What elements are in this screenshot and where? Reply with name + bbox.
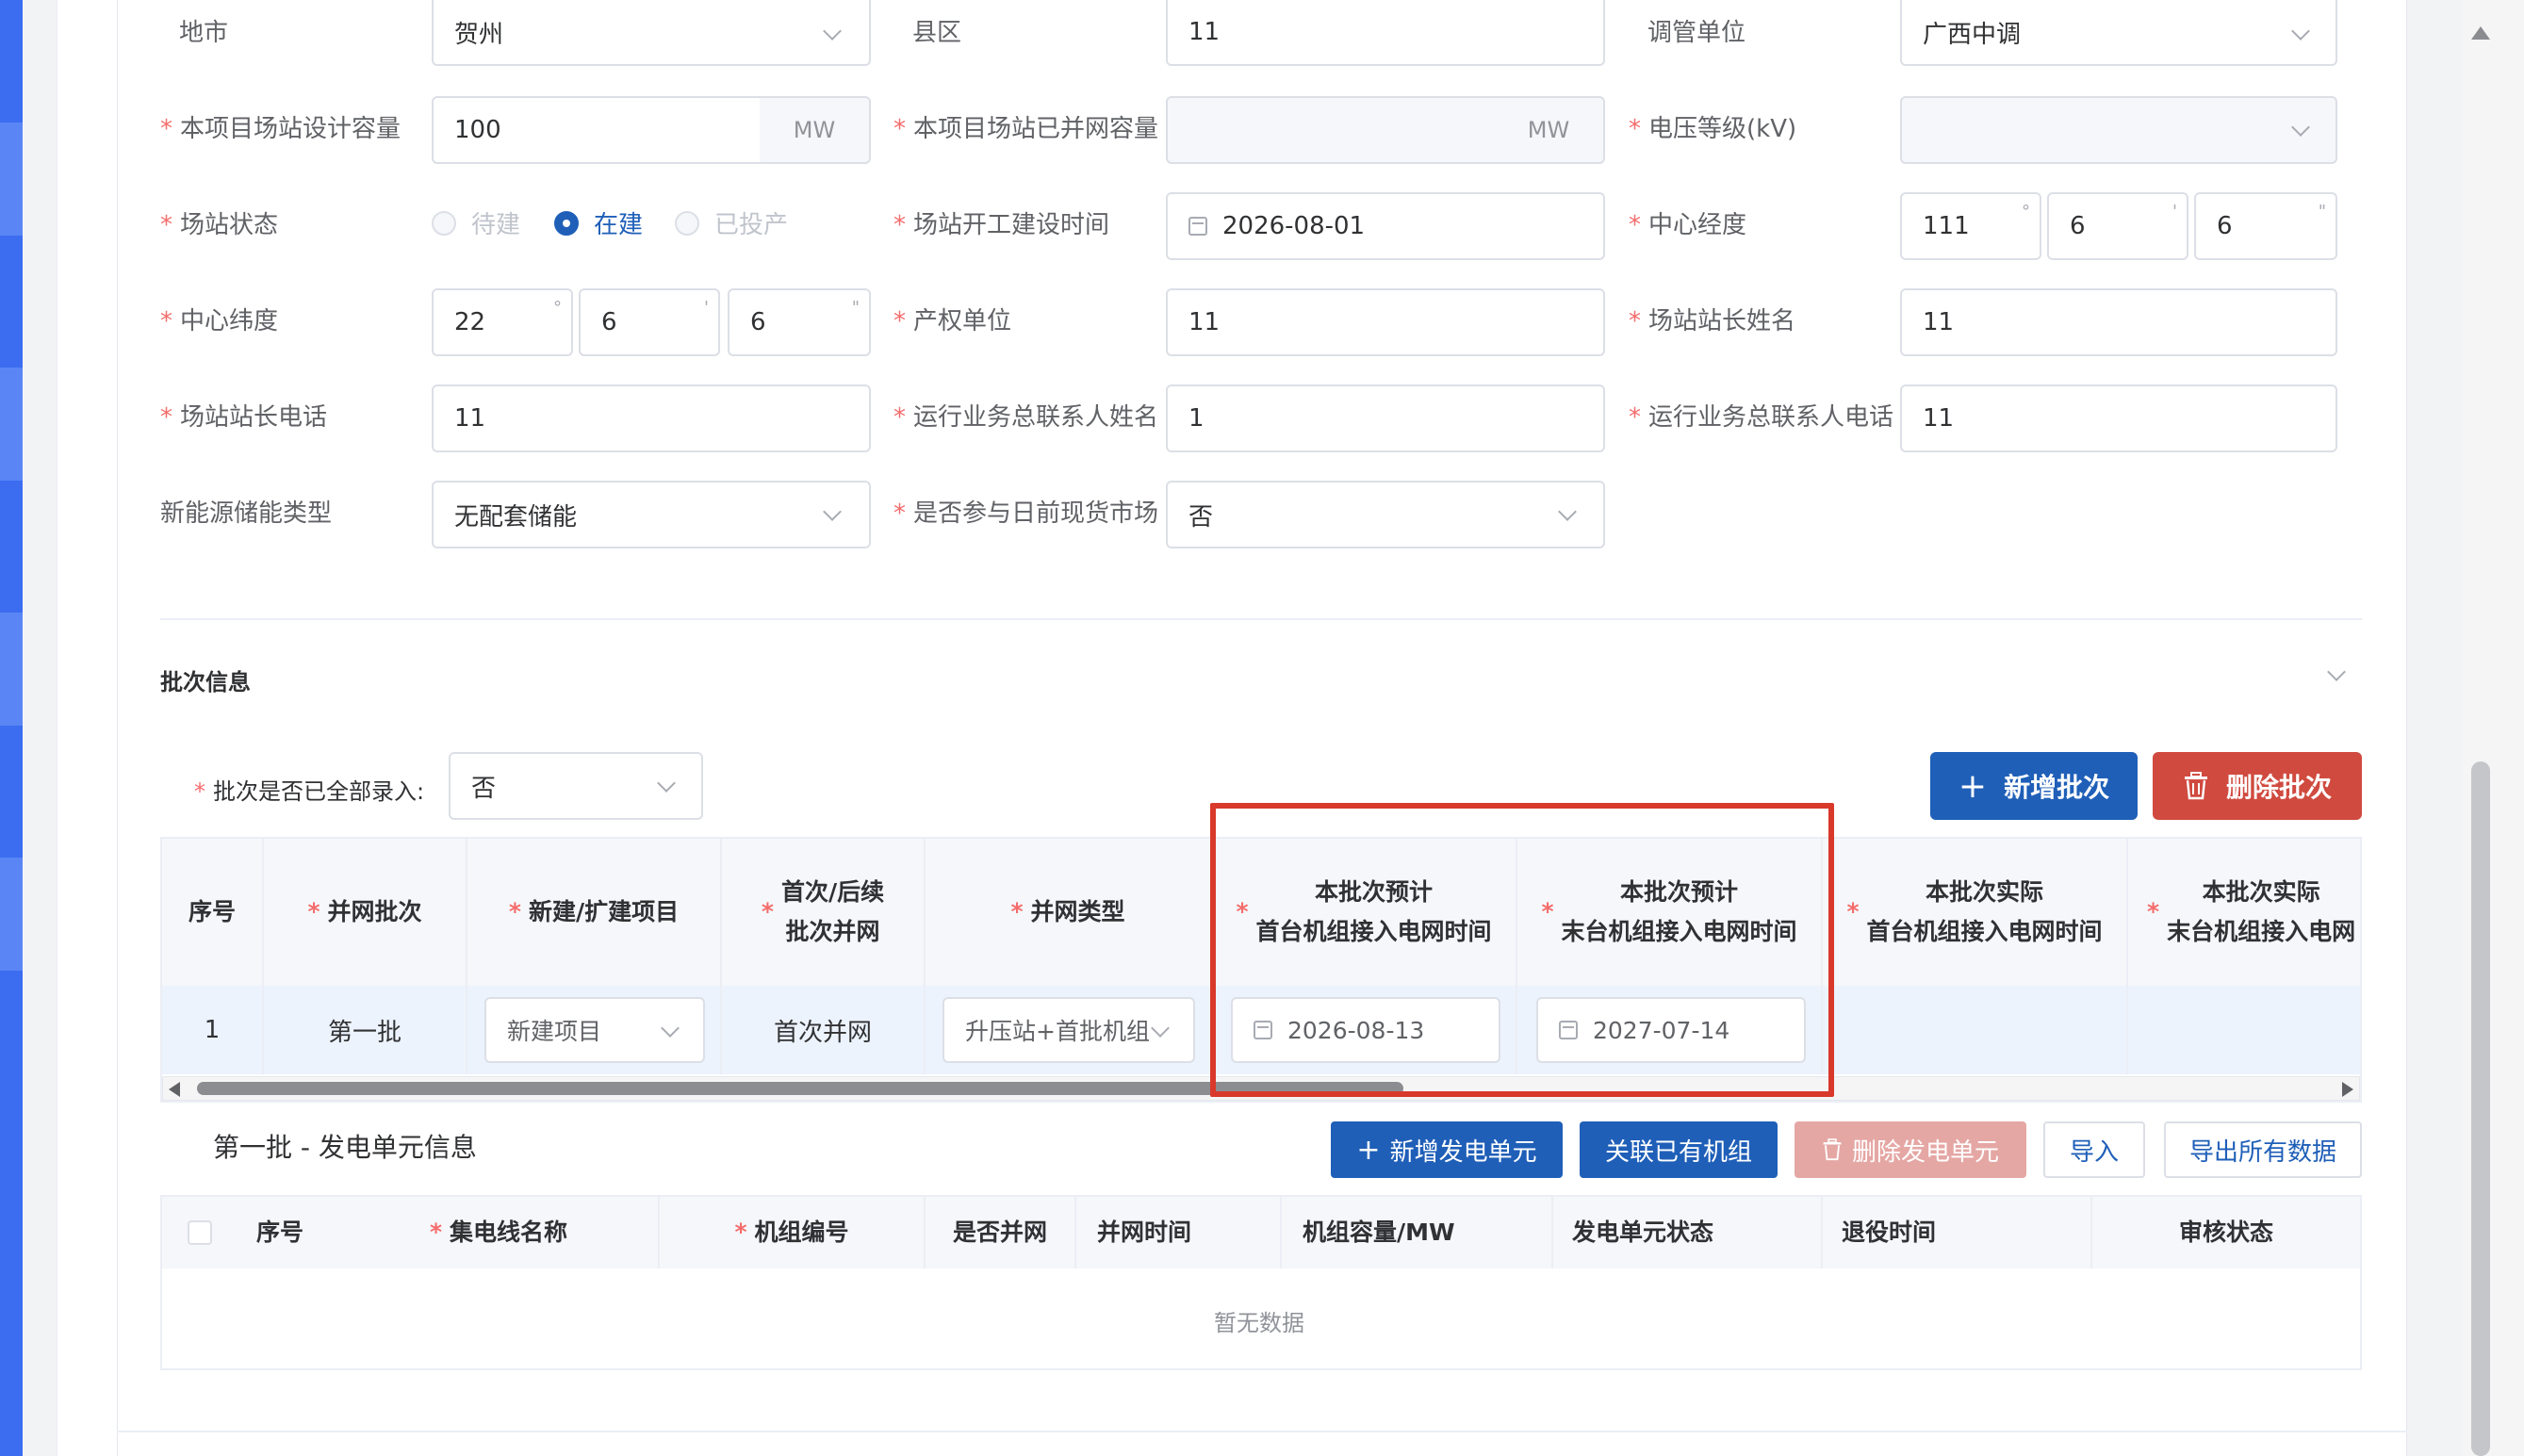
units-section-title: 第一批 - 发电单元信息 <box>213 1132 477 1163</box>
radio-checked-icon <box>554 210 579 236</box>
add-batch-button[interactable]: + 新增批次 <box>1930 752 2138 820</box>
col-header-batch: * 并网批次 <box>264 839 467 986</box>
app-sidebar-strip <box>0 0 23 1456</box>
latitude-minute-input[interactable]: 6 ' <box>579 288 720 356</box>
dispatch-unit-select[interactable]: 广西中调 <box>1900 0 2337 66</box>
trash-icon <box>1823 1138 1842 1161</box>
unit-col-header-line-name: * 集电线名称 <box>339 1197 660 1268</box>
connected-capacity-unit: MW <box>1494 96 1605 164</box>
cell-batch: 第一批 <box>264 986 467 1074</box>
col-header-index: 序号 <box>162 839 264 986</box>
cell-actual-last <box>2128 986 2360 1074</box>
property-unit-input[interactable]: 11 <box>1166 288 1605 356</box>
batch-all-entered-label: * 批次是否已全部录入: <box>194 778 425 805</box>
scroll-left-arrow-icon[interactable] <box>169 1082 180 1097</box>
calendar-icon <box>1188 217 1207 236</box>
city-select[interactable]: 贺州 <box>432 0 871 66</box>
radio-circle-icon <box>675 210 699 236</box>
county-label: 县区 <box>912 19 962 47</box>
col-header-actual-first: * 本批次实际 首台机组接入电网时间 <box>1823 839 2128 986</box>
sidebar-strip-segment <box>0 368 23 481</box>
center-longitude-label: * 中心经度 <box>1629 211 1747 239</box>
center-latitude-label: * 中心纬度 <box>160 307 279 335</box>
unit-col-header-unit-no: * 机组编号 <box>660 1197 926 1268</box>
col-header-grid-type: * 并网类型 <box>926 839 1212 986</box>
unit-col-header-index: 序号 <box>238 1197 339 1268</box>
status-radio-operating[interactable]: 已投产 <box>675 205 788 240</box>
station-manager-name-label: * 场站站长姓名 <box>1629 307 1796 335</box>
station-manager-phone-input[interactable]: 11 <box>432 384 871 452</box>
storage-type-select[interactable]: 无配套储能 <box>432 481 871 548</box>
property-unit-label: * 产权单位 <box>893 307 1012 335</box>
batch-section-title: 批次信息 <box>160 669 251 695</box>
link-existing-units-button[interactable]: 关联已有机组 <box>1580 1121 1778 1178</box>
unit-col-header-status: 发电单元状态 <box>1553 1197 1823 1268</box>
highlight-annotation-box <box>1210 803 1834 1097</box>
longitude-degree-input[interactable]: 111 ° <box>1900 192 2041 260</box>
export-all-button[interactable]: 导出所有数据 <box>2164 1121 2362 1178</box>
ops-contact-phone-input[interactable]: 11 <box>1900 384 2337 452</box>
voltage-level-select[interactable] <box>1900 96 2337 164</box>
unit-col-header-grid-time: 并网时间 <box>1076 1197 1282 1268</box>
cell-actual-first <box>1823 986 2128 1074</box>
scroll-right-arrow-icon[interactable] <box>2342 1082 2353 1097</box>
cell-index: 1 <box>162 986 264 1074</box>
unit-col-header-review-status: 审核状态 <box>2092 1197 2360 1268</box>
import-button[interactable]: 导入 <box>2043 1121 2145 1178</box>
connected-capacity-input[interactable] <box>1166 96 1496 164</box>
radio-circle-icon <box>432 210 456 236</box>
cell-first-follow: 首次并网 <box>722 986 926 1074</box>
dispatch-unit-label: 调管单位 <box>1647 19 1746 47</box>
status-radio-pending[interactable]: 待建 <box>432 205 520 240</box>
latitude-degree-input[interactable]: 22 ° <box>432 288 573 356</box>
delete-batch-button[interactable]: 删除批次 <box>2153 752 2362 820</box>
construction-start-datepicker[interactable]: 2026-08-01 <box>1166 192 1605 260</box>
scroll-up-arrow-icon[interactable] <box>2471 26 2490 40</box>
unit-col-header-retire-time: 退役时间 <box>1823 1197 2092 1268</box>
design-capacity-unit: MW <box>760 96 871 164</box>
city-label: 地市 <box>179 19 229 47</box>
col-header-project-type: * 新建/扩建项目 <box>467 839 722 986</box>
spot-market-label: * 是否参与日前现货市场 <box>893 499 1159 528</box>
ops-contact-name-label: * 运行业务总联系人姓名 <box>893 403 1159 432</box>
select-all-checkbox[interactable] <box>188 1220 212 1245</box>
empty-table-text: 暂无数据 <box>1214 1310 1304 1336</box>
design-capacity-input[interactable]: 100 <box>432 96 762 164</box>
status-radio-building[interactable]: 在建 <box>554 205 643 240</box>
col-header-first-follow: * 首次/后续 批次并网 <box>722 839 926 986</box>
latitude-second-input[interactable]: 6 " <box>728 288 871 356</box>
delete-unit-button[interactable]: 删除发电单元 <box>1795 1121 2026 1178</box>
col-header-select-all <box>162 1197 238 1268</box>
longitude-second-input[interactable]: 6 " <box>2194 192 2337 260</box>
storage-type-label: 新能源储能类型 <box>160 499 333 528</box>
trash-icon <box>2184 772 2207 800</box>
section-divider <box>160 618 2362 620</box>
station-status-label: * 场站状态 <box>160 211 279 239</box>
page-scrollbar-thumb[interactable] <box>2471 761 2490 1456</box>
construction-start-label: * 场站开工建设时间 <box>893 211 1110 239</box>
station-manager-name-input[interactable]: 11 <box>1900 288 2337 356</box>
unit-col-header-connected: 是否并网 <box>926 1197 1076 1268</box>
bottom-divider <box>117 1431 2407 1432</box>
county-input[interactable]: 11 <box>1166 0 1605 66</box>
col-header-actual-last: * 本批次实际 末台机组接入电网 <box>2128 839 2360 986</box>
ops-contact-name-input[interactable]: 1 <box>1166 384 1605 452</box>
ops-contact-phone-label: * 运行业务总联系人电话 <box>1629 403 1894 432</box>
plus-icon: + <box>1356 1133 1381 1167</box>
add-unit-button[interactable]: + 新增发电单元 <box>1331 1121 1563 1178</box>
connected-capacity-label: * 本项目场站已并网容量 <box>893 115 1159 143</box>
voltage-level-label: * 电压等级(kV) <box>1629 115 1797 143</box>
spot-market-select[interactable]: 否 <box>1166 481 1605 548</box>
sidebar-strip-segment <box>0 858 23 971</box>
sidebar-strip-segment <box>0 613 23 726</box>
unit-col-header-capacity: 机组容量/MW <box>1282 1197 1553 1268</box>
sidebar-strip-segment <box>0 123 23 236</box>
design-capacity-label: * 本项目场站设计容量 <box>160 115 402 143</box>
station-manager-phone-label: * 场站站长电话 <box>160 403 328 432</box>
longitude-minute-input[interactable]: 6 ' <box>2047 192 2188 260</box>
plus-icon: + <box>1958 766 1988 806</box>
